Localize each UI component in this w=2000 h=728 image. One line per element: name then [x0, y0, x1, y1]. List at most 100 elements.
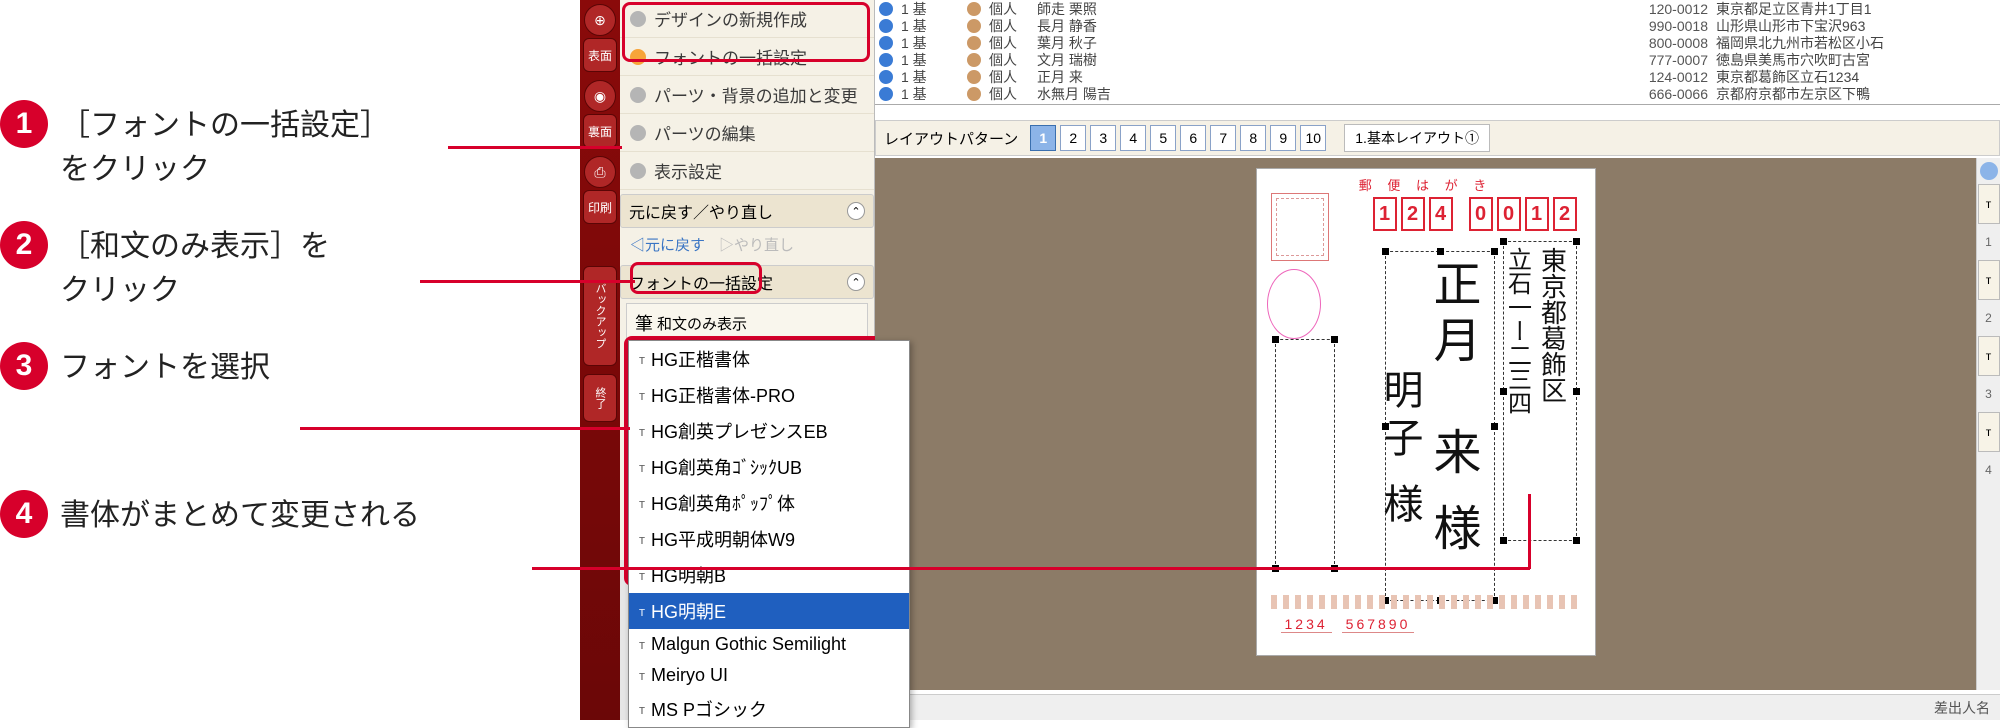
layout-pattern-button[interactable]: 7	[1210, 125, 1236, 151]
font-option-label: Meiryo UI	[651, 665, 728, 686]
wabun-only-toggle[interactable]: 筆 和文のみ表示	[631, 308, 863, 338]
addr-zip: 124-0012	[1624, 69, 1708, 85]
postcard-zip[interactable]: 1240012	[1373, 197, 1577, 231]
collapse-icon[interactable]: ⌃	[847, 202, 865, 220]
truetype-icon: ᴛ	[639, 424, 645, 439]
step-3: 3 フォントを選択	[0, 342, 580, 390]
row-icon	[967, 87, 981, 101]
address-row[interactable]: 1 基個人水無月 陽吉666-0066京都府京都市左京区下鴨	[875, 85, 2000, 102]
font-option[interactable]: ᴛ MS Pゴシック	[629, 691, 909, 727]
connector-line	[1528, 494, 1531, 569]
font-option[interactable]: ᴛHG創英角ﾎﾟｯﾌﾟ体	[629, 485, 909, 521]
postcard-sender-zip[interactable]: 1234 567890	[1281, 616, 1415, 633]
selection-box[interactable]	[1385, 251, 1495, 601]
font-option[interactable]: ᴛHG創英角ｺﾞｼｯｸUB	[629, 449, 909, 485]
postcard-top-label: 郵 便 は が き	[1359, 175, 1492, 194]
font-option[interactable]: ᴛHG正楷書体-PRO	[629, 377, 909, 413]
panel-item-font-bulk[interactable]: フォントの一括設定	[620, 38, 874, 76]
step-2: 2 ［和文のみ表示］を クリック	[0, 221, 580, 312]
panel-header-label: フォントの一括設定	[629, 270, 773, 294]
sidebar-btn-omote-icon[interactable]: ⊕	[584, 4, 616, 36]
address-row[interactable]: 1 基個人師走 栗照120-0012東京都足立区青井1丁目1	[875, 0, 2000, 17]
layout-pattern-button[interactable]: 3	[1090, 125, 1116, 151]
truetype-icon: ᴛ	[639, 702, 645, 717]
row-icon	[879, 70, 893, 84]
rail-number: 4	[1977, 455, 2000, 485]
connector-line	[532, 567, 1530, 570]
zip-digit: 2	[1553, 197, 1577, 231]
layout-pattern-button[interactable]: 8	[1240, 125, 1266, 151]
address-table[interactable]: 1 基個人師走 栗照120-0012東京都足立区青井1丁目11 基個人長月 静香…	[875, 0, 2000, 105]
sidebar-btn-ura-icon[interactable]: ◉	[584, 80, 616, 112]
postcard-stamp-area	[1271, 193, 1329, 261]
truetype-icon: ᴛ	[639, 352, 645, 367]
font-option[interactable]: ᴛHG平成明朝体W9	[629, 521, 909, 557]
panel-header-undo[interactable]: 元に戻す／やり直し⌃	[620, 194, 874, 228]
rail-number: 2	[1977, 303, 2000, 333]
undo-button[interactable]: ◁元に戻す	[630, 234, 705, 255]
preview-canvas[interactable]: 郵 便 は が き 1240012 東京都葛飾区 立石一ー二三四 正月 来 様 …	[875, 158, 1976, 690]
sidebar-btn-omote[interactable]: 表面	[583, 38, 617, 72]
right-rail: ᴛ 1 ᴛ 2 ᴛ 3 ᴛ 4	[1976, 158, 2000, 690]
status-text: 差出人名	[1934, 698, 1990, 718]
address-row[interactable]: 1 基個人文月 瑞樹777-0007徳島県美馬市穴吹町古宮	[875, 51, 2000, 68]
undo-controls: ◁元に戻す ▷やり直し	[620, 228, 874, 261]
addr-col1: 1 基	[901, 84, 959, 104]
sidebar-btn-print-icon[interactable]: ⎙	[584, 156, 616, 188]
layout-pattern-button[interactable]: 5	[1150, 125, 1176, 151]
truetype-icon: ᴛ	[639, 668, 645, 683]
font-option[interactable]: ᴛHG創英プレゼンスEB	[629, 413, 909, 449]
panel-item-display[interactable]: 表示設定	[620, 152, 874, 190]
layout-pattern-name[interactable]: 1.基本レイアウト①	[1344, 124, 1490, 152]
rail-circle-icon[interactable]	[1980, 162, 1998, 180]
sidebar-btn-print[interactable]: 印刷	[583, 190, 617, 224]
font-option-label: HG正楷書体-PRO	[651, 382, 795, 408]
layout-pattern-button[interactable]: 2	[1060, 125, 1086, 151]
rail-button[interactable]: ᴛ	[1978, 184, 2000, 224]
addr-zip: 120-0012	[1624, 1, 1708, 17]
zip-digit: 0	[1469, 197, 1493, 231]
sidebar-btn-exit[interactable]: 終了	[583, 374, 617, 422]
address-row[interactable]: 1 基個人葉月 秋子800-0008福岡県北九州市若松区小石	[875, 34, 2000, 51]
layout-pattern-button[interactable]: 4	[1120, 125, 1146, 151]
zip-digit: 4	[1429, 197, 1453, 231]
layout-pattern-button[interactable]: 9	[1270, 125, 1296, 151]
rail-button[interactable]: ᴛ	[1978, 260, 2000, 300]
addr-address: 京都府京都市左京区下鴨	[1716, 84, 1996, 104]
row-icon	[967, 36, 981, 50]
font-option-label: MS Pゴシック	[651, 696, 767, 722]
sidebar-btn-ura[interactable]: 裏面	[583, 114, 617, 148]
layout-pattern-button[interactable]: 10	[1300, 125, 1326, 151]
rail-button[interactable]: ᴛ	[1978, 336, 2000, 376]
panel-item-parts-edit[interactable]: パーツの編集	[620, 114, 874, 152]
font-option[interactable]: ᴛ Meiryo UI	[629, 660, 909, 691]
font-option[interactable]: ᴛHG正楷書体	[629, 341, 909, 377]
panel-item-new-design[interactable]: デザインの新規作成	[620, 0, 874, 38]
sender-zip-left: 1234	[1281, 616, 1332, 633]
step-text: ［和文のみ表示］を クリック	[60, 221, 330, 312]
layout-pattern-buttons: 12345678910	[1030, 125, 1326, 151]
panel-header-font-bulk[interactable]: フォントの一括設定 ⌃	[620, 265, 874, 299]
step-4: 4 書体がまとめて変更される	[0, 490, 580, 538]
layout-pattern-button[interactable]: 1	[1030, 125, 1056, 151]
postcard[interactable]: 郵 便 は が き 1240012 東京都葛飾区 立石一ー二三四 正月 来 様 …	[1256, 168, 1596, 656]
bullet-icon	[630, 163, 646, 179]
font-option-label: HG創英角ﾎﾟｯﾌﾟ体	[651, 490, 795, 516]
layout-pattern-button[interactable]: 6	[1180, 125, 1206, 151]
font-option[interactable]: ᴛHG明朝E	[629, 593, 909, 629]
collapse-icon[interactable]: ⌃	[847, 273, 865, 291]
selection-box[interactable]	[1503, 241, 1577, 541]
panel-item-label: パーツの編集	[654, 120, 756, 145]
address-row[interactable]: 1 基個人正月 来124-0012東京都葛飾区立石1234	[875, 68, 2000, 85]
selection-box[interactable]	[1275, 339, 1335, 569]
font-option[interactable]: ᴛHG明朝B	[629, 557, 909, 593]
panel-item-parts-bg[interactable]: パーツ・背景の追加と変更	[620, 76, 874, 114]
brush-icon: 筆	[635, 310, 653, 336]
font-option[interactable]: ᴛMalgun Gothic Semilight	[629, 629, 909, 660]
panel-item-label: デザインの新規作成	[654, 6, 807, 31]
step-text: フォントを選択	[60, 342, 270, 390]
rail-button[interactable]: ᴛ	[1978, 412, 2000, 452]
redo-button[interactable]: ▷やり直し	[719, 234, 794, 255]
font-option-label: Malgun Gothic Semilight	[651, 634, 846, 655]
address-row[interactable]: 1 基個人長月 静香990-0018山形県山形市下宝沢963	[875, 17, 2000, 34]
